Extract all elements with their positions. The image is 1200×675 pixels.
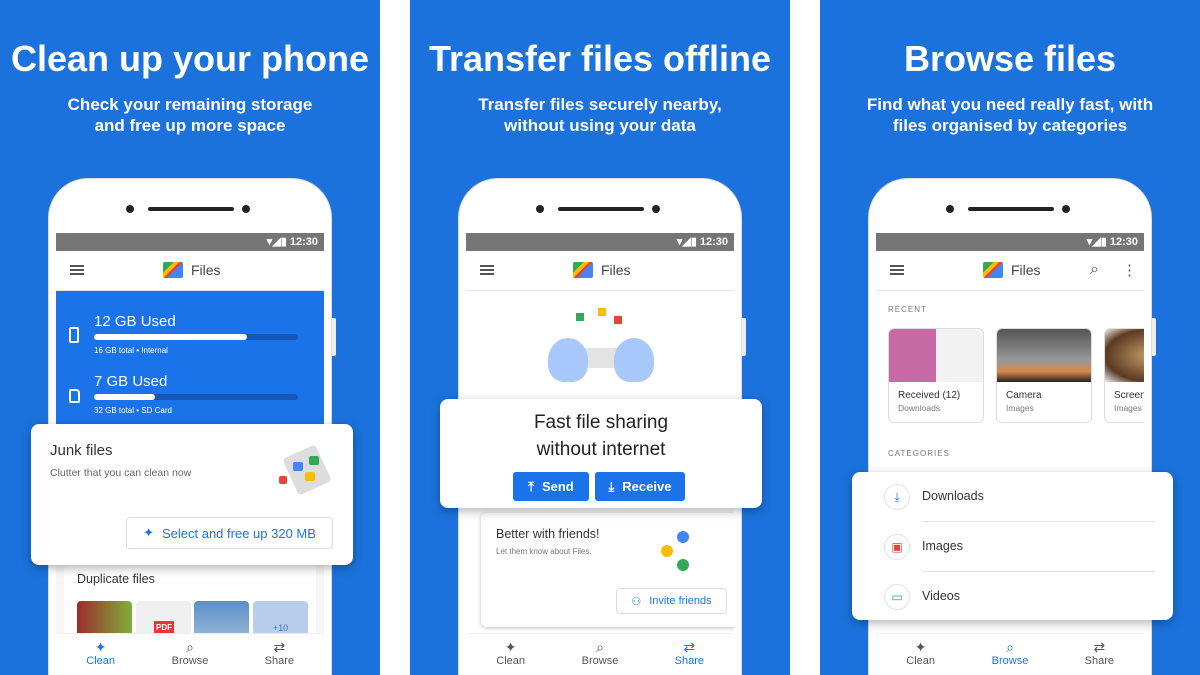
status-bar: ▾◢▮ 12:30 [876, 233, 1144, 251]
camera-icon [126, 205, 134, 213]
sensor [652, 205, 660, 213]
friends-card: Better with friends! Let them know about… [481, 513, 734, 627]
bottom-nav: ✦ Clean ⌕ Browse ⇄ Share [876, 633, 1144, 675]
app-bar: Files [56, 251, 324, 291]
sensor [242, 205, 250, 213]
phone-storage-icon [69, 327, 79, 343]
junk-files-card[interactable]: Junk files Clutter that you can clean no… [31, 424, 353, 565]
side-button [742, 318, 746, 356]
headline: Browse files [903, 38, 1117, 79]
category-videos[interactable]: ▭ Videos [852, 572, 1173, 622]
recent-card-screenshots[interactable]: Screen Images [1104, 328, 1144, 423]
download-icon: ⤓ [884, 484, 910, 510]
speaker [148, 207, 234, 211]
app-title: Files [1011, 262, 1041, 278]
friend-avatar-icon [661, 545, 673, 557]
app-title: Files [601, 262, 631, 278]
internal-storage-bar [94, 334, 298, 340]
side-button [1152, 318, 1156, 356]
camera-icon [536, 205, 544, 213]
add-person-icon: ⚇ [631, 595, 642, 608]
nav-browse[interactable]: ⌕ Browse [965, 634, 1054, 675]
search-icon[interactable]: ⌕ [1090, 261, 1099, 279]
panel-clean: Clean up your phone Check your remaining… [0, 0, 380, 675]
side-button [332, 318, 336, 356]
nav-share[interactable]: ⇄ Share [645, 634, 734, 675]
menu-icon[interactable] [890, 265, 904, 275]
sd-storage-bar [94, 394, 298, 400]
send-button[interactable]: ⤒ Send [513, 472, 589, 501]
app-bar: Files [466, 251, 734, 291]
subtitle: Find what you need really fast, with file… [866, 95, 1154, 135]
categories-card: ⤓ Downloads ▣ Images ▭ Videos [852, 472, 1173, 620]
swap-arrows-icon: ⇄ [273, 639, 286, 655]
nav-share[interactable]: ⇄ Share [1055, 634, 1144, 675]
storage-card[interactable]: 12 GB Used 16 GB total • Internal 7 GB U… [56, 291, 324, 431]
nav-clean[interactable]: ✦ Clean [876, 634, 965, 675]
files-logo-icon [983, 262, 1003, 278]
video-icon: ▭ [884, 584, 910, 610]
speaker [558, 207, 644, 211]
upload-icon: ⤒ [528, 478, 534, 494]
speaker [968, 207, 1054, 211]
files-logo-icon [573, 262, 593, 278]
browse-folder-icon: ⌕ [596, 639, 604, 655]
sparkle-icon: ✦ [504, 639, 517, 655]
friend-avatar-icon [677, 559, 689, 571]
status-bar: ▾◢▮ 12:30 [466, 233, 734, 251]
file-sharing-card: Fast file sharing without internet ⤒ Send … [440, 399, 762, 508]
sparkle-icon: ✦ [914, 639, 927, 655]
camera-icon [946, 205, 954, 213]
more-vert-icon[interactable]: ⋮ [1122, 261, 1137, 279]
nav-clean[interactable]: ✦ Clean [466, 634, 555, 675]
nav-clean[interactable]: ✦ Clean [56, 634, 145, 675]
sparkle-icon: ✦ [143, 525, 154, 540]
nav-share[interactable]: ⇄ Share [235, 634, 324, 675]
select-and-free-button[interactable]: ✦ Select and free up 320 MB [126, 517, 333, 549]
recent-card-camera[interactable]: Camera Images [996, 328, 1092, 423]
friend-avatar-icon [677, 531, 689, 543]
sharing-title: Fast file sharing without internet [533, 412, 669, 460]
nav-browse[interactable]: ⌕ Browse [555, 634, 644, 675]
swap-arrows-icon: ⇄ [683, 639, 696, 655]
receive-button[interactable]: ⤓ Receive [595, 472, 685, 501]
headline: Transfer files offline [428, 38, 772, 79]
subtitle: Check your remaining storage and free up … [67, 95, 313, 135]
sparkle-icon: ✦ [94, 639, 107, 655]
category-downloads[interactable]: ⤓ Downloads [852, 472, 1173, 522]
browse-folder-icon: ⌕ [1006, 639, 1014, 655]
headline: Clean up your phone [10, 38, 369, 79]
image-icon: ▣ [884, 534, 910, 560]
categories-label: CATEGORIES [888, 449, 950, 458]
bottom-nav: ✦ Clean ⌕ Browse ⇄ Share [56, 633, 324, 675]
sharing-illustration-icon [536, 308, 666, 393]
bottom-nav: ✦ Clean ⌕ Browse ⇄ Share [466, 633, 734, 675]
recent-card-received[interactable]: Received (12) Downloads [888, 328, 984, 423]
recent-label: RECENT [888, 305, 927, 314]
app-title: Files [191, 262, 221, 278]
category-images[interactable]: ▣ Images [852, 522, 1173, 572]
menu-icon[interactable] [480, 265, 494, 275]
dustpan-illustration-icon [279, 444, 335, 496]
panel-browse: Browse files Find what you need really f… [820, 0, 1200, 675]
sensor [1062, 205, 1070, 213]
subtitle: Transfer files securely nearby, without u… [478, 95, 722, 135]
invite-friends-button[interactable]: ⚇ Invite friends [616, 588, 727, 614]
app-bar: Files ⌕ ⋮ [876, 251, 1144, 291]
panel-share: Transfer files offline Transfer files se… [410, 0, 790, 675]
menu-icon[interactable] [70, 265, 84, 275]
sd-card-icon [69, 389, 80, 403]
status-bar: ▾◢▮ 12:30 [56, 233, 324, 251]
files-logo-icon [163, 262, 183, 278]
swap-arrows-icon: ⇄ [1093, 639, 1106, 655]
nav-browse[interactable]: ⌕ Browse [145, 634, 234, 675]
browse-folder-icon: ⌕ [186, 639, 194, 655]
download-icon: ⤓ [608, 478, 615, 494]
